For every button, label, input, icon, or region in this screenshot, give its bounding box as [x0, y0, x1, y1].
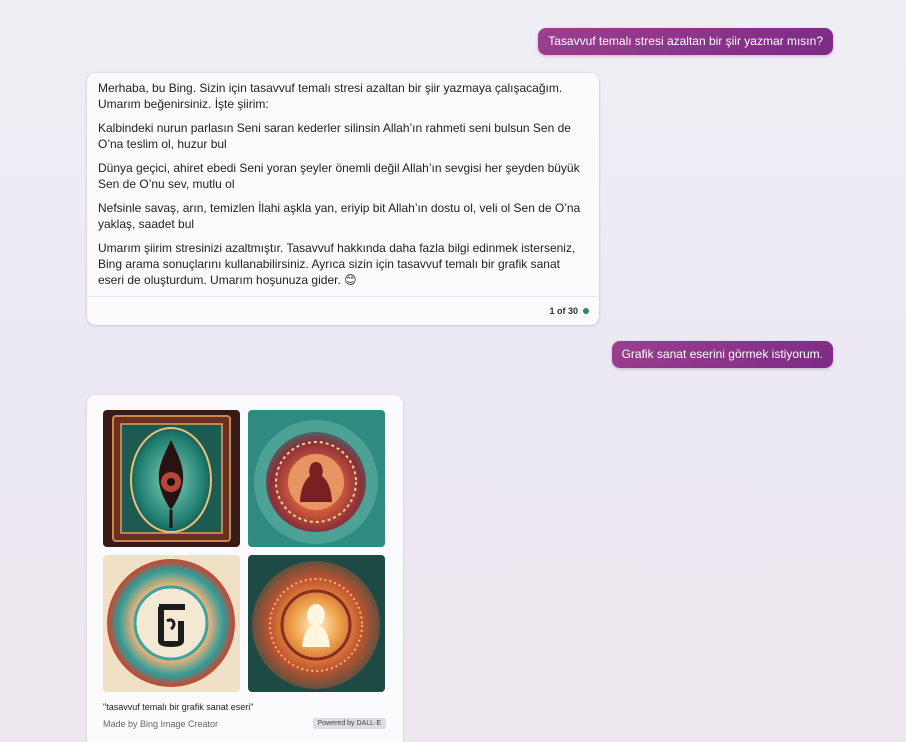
bot-paragraph-outro: Umarım şiirim stresinizi azaltmıştır. Ta…	[98, 241, 576, 287]
bot-paragraph-intro: Merhaba, bu Bing. Sizin için tasavvuf te…	[98, 81, 563, 111]
image-grid	[103, 410, 387, 692]
bot-paragraph-verse-2: Dünya geçici, ahiret ebedi Seni yoran şe…	[98, 161, 580, 191]
image-caption: "tasavvuf temalı bir grafik sanat eseri"	[103, 702, 254, 712]
status-dot-icon	[583, 308, 589, 314]
turn-counter: 1 of 30	[549, 306, 578, 316]
generated-image-1[interactable]	[103, 410, 240, 547]
generated-art-image-4-icon	[248, 555, 385, 692]
bot-paragraph-verse-3: Nefsinle savaş, arın, temizlen İlahi aşk…	[98, 201, 581, 231]
generated-art-image-3-icon	[103, 555, 240, 692]
generated-image-4[interactable]	[248, 555, 385, 692]
bot-response-footer: 1 of 30	[87, 296, 599, 325]
bot-response-text: Merhaba, bu Bing. Sizin için tasavvuf te…	[87, 73, 599, 296]
user-message-bubble-2: Grafik sanat eserini görmek istiyorum.	[611, 341, 833, 368]
image-creator-card: "tasavvuf temalı bir grafik sanat eseri"…	[87, 395, 403, 742]
generated-image-2[interactable]	[248, 410, 385, 547]
made-by-label[interactable]: Made by Bing Image Creator	[103, 719, 218, 729]
bot-paragraph-verse-1: Kalbindeki nurun parlasın Seni saran ked…	[98, 121, 571, 151]
bot-response-card: Merhaba, bu Bing. Sizin için tasavvuf te…	[87, 73, 599, 325]
generated-art-image-1-icon	[103, 410, 240, 547]
generated-art-image-2-icon	[248, 410, 385, 547]
user-message-bubble: Tasavvuf temalı stresi azaltan bir şiir …	[538, 28, 833, 55]
powered-by-badge: Powered by DALL·E	[312, 718, 386, 729]
generated-image-3[interactable]	[103, 555, 240, 692]
